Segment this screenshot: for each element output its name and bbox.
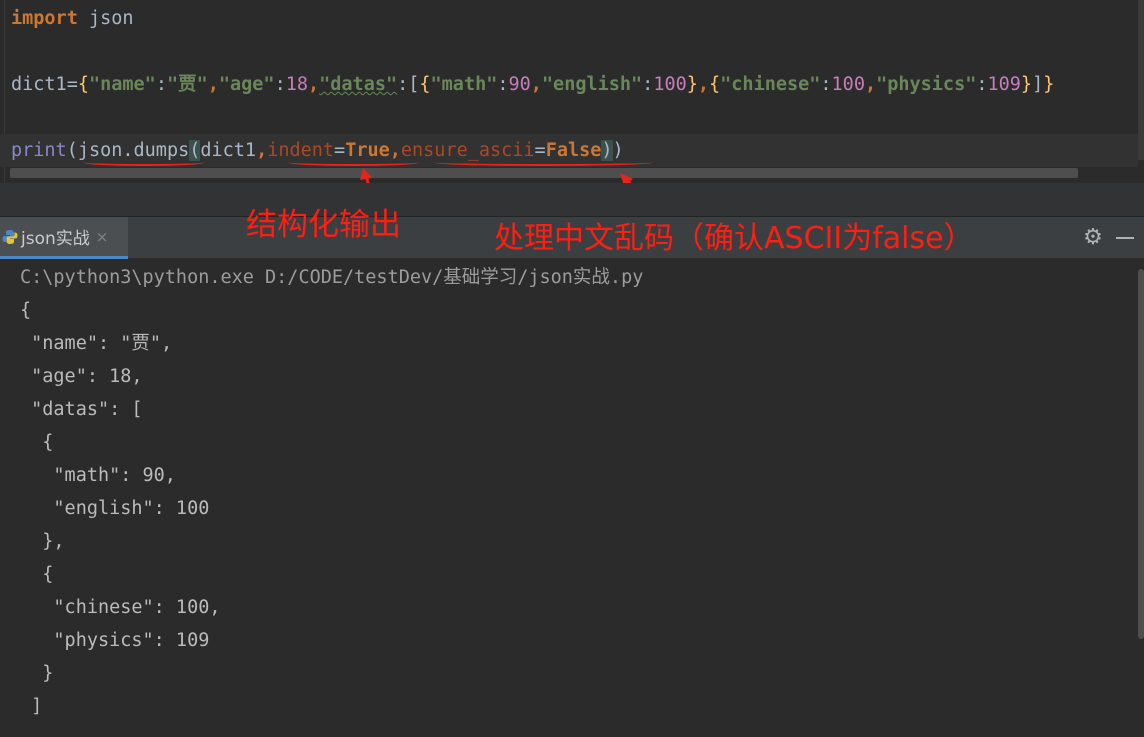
console-output-line: "math": 90, — [20, 465, 176, 486]
console-output-line: { — [20, 432, 54, 453]
annotation-handle-chinese: 处理中文乱码（确认ASCII为false） — [494, 221, 974, 256]
console-output-line: { — [20, 300, 32, 321]
gear-icon[interactable]: ⚙ — [1082, 227, 1104, 249]
close-icon[interactable]: × — [96, 228, 109, 246]
tool-window-divider[interactable] — [0, 183, 1144, 217]
minimize-icon[interactable] — [1116, 237, 1134, 239]
tab-run-json-shizhan[interactable]: json实战 × — [0, 217, 128, 259]
console-output-line: "physics": 109 — [20, 630, 210, 651]
console-output-line: "english": 100 — [20, 498, 210, 519]
run-tab-label: json实战 — [21, 229, 90, 249]
console-output-line: { — [20, 564, 54, 585]
console-output-line: "chinese": 100, — [20, 597, 221, 618]
console-output-line: } — [20, 663, 54, 684]
console-output-line: "age": 18, — [20, 366, 143, 387]
console-output-line: }, — [20, 531, 65, 552]
console-output-line: "name": "贾", — [20, 333, 173, 354]
python-file-icon — [2, 229, 18, 244]
annotation-structured-output: 结构化输出 — [246, 207, 401, 243]
console-vertical-scrollbar[interactable] — [1138, 269, 1144, 639]
console-output-line: "datas": [ — [20, 399, 143, 420]
console-command-line: C:\python3\python.exe D:/CODE/testDev/基础… — [20, 267, 644, 288]
run-console-output[interactable]: C:\python3\python.exe D:/CODE/testDev/基础… — [0, 259, 1144, 737]
console-output-line: ] — [20, 696, 43, 717]
